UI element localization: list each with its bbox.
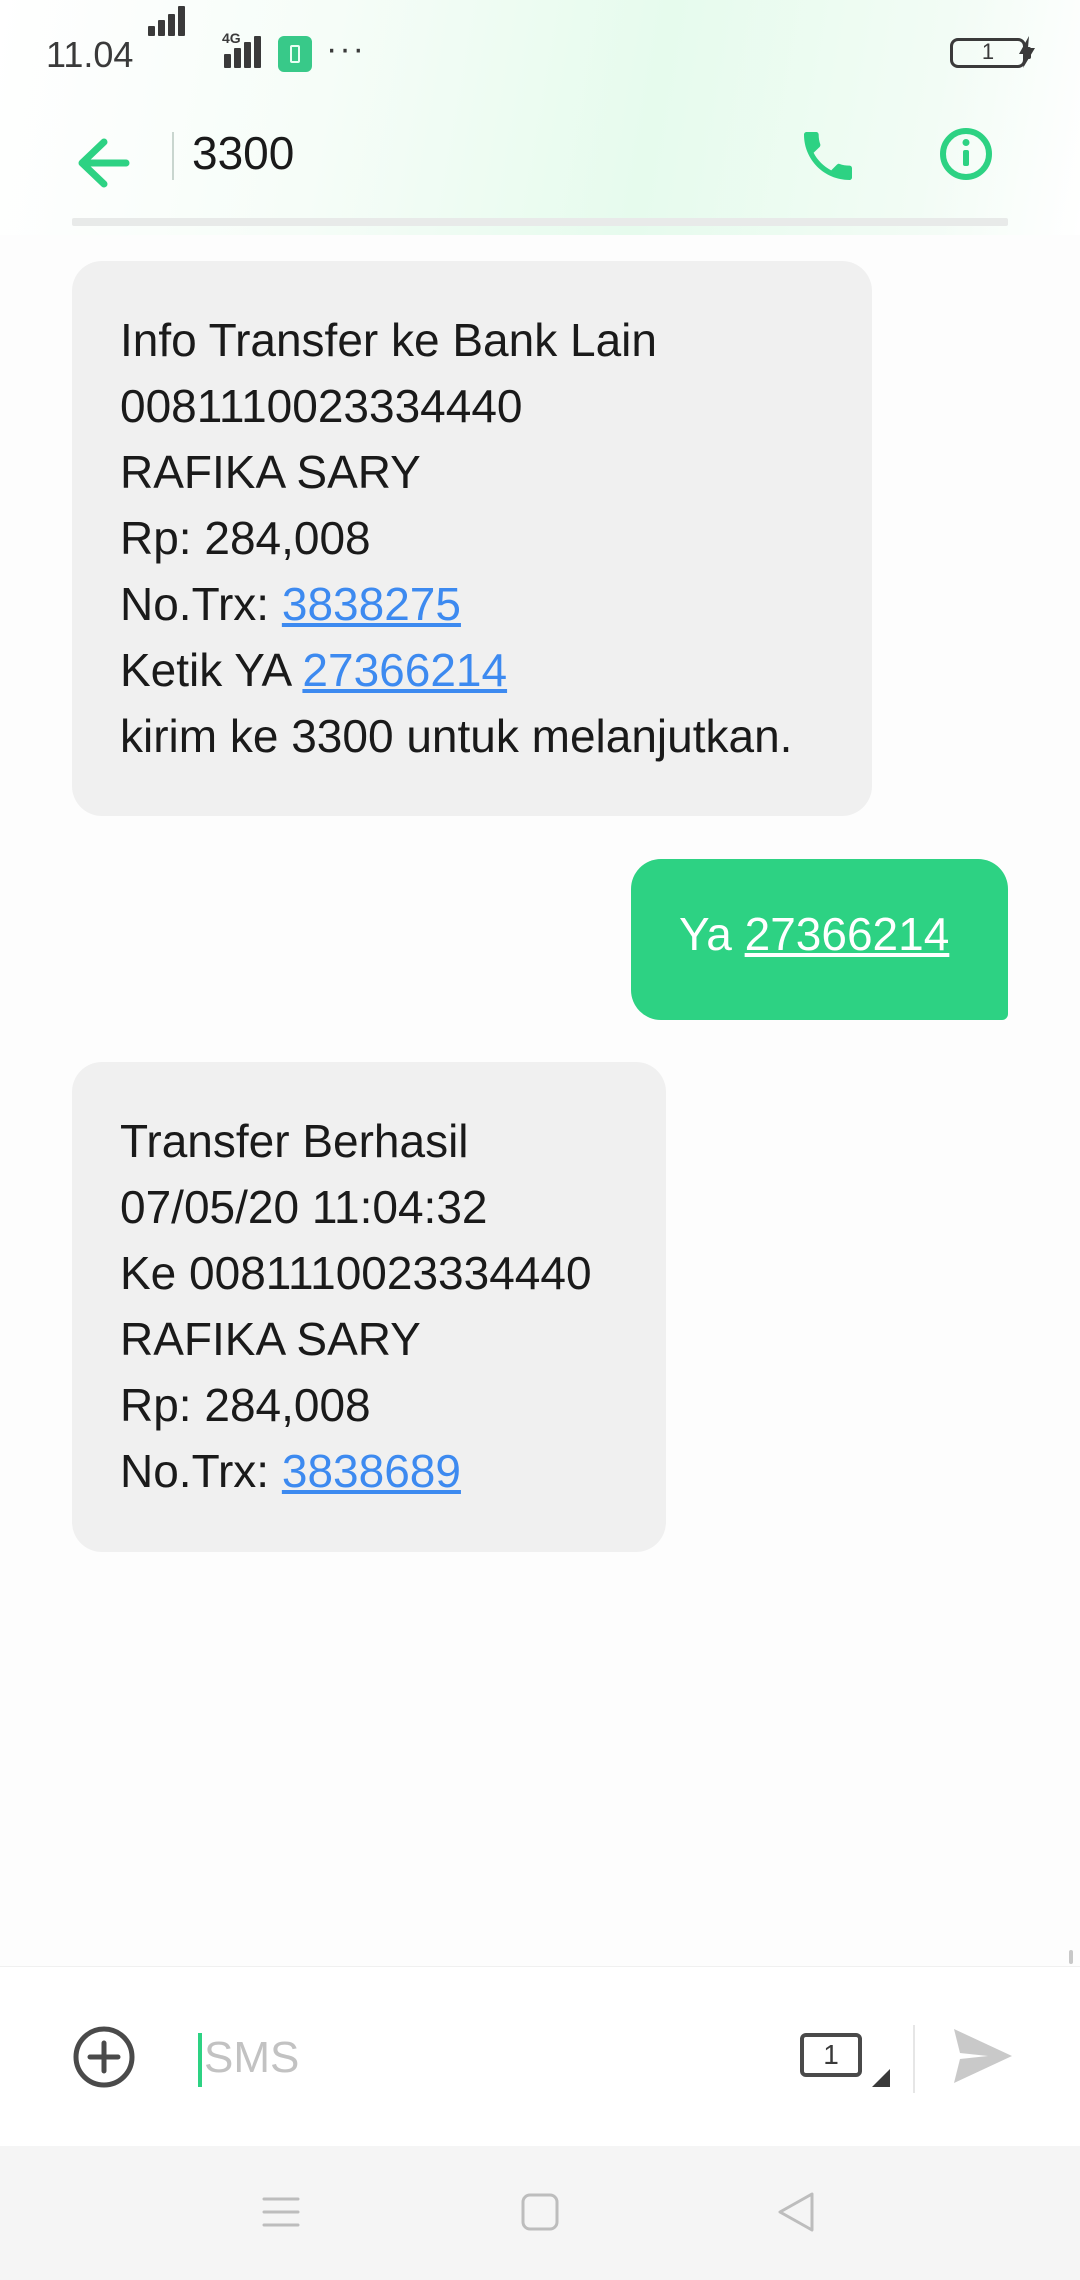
- confirmation-code-link[interactable]: 27366214: [302, 644, 507, 696]
- sim-selector[interactable]: 1: [800, 2027, 896, 2097]
- battery-icon: 1: [950, 38, 1026, 68]
- charging-bolt-icon: [1019, 36, 1035, 68]
- sim-app-icon: [278, 36, 312, 72]
- message-line: Transfer Berhasil: [120, 1115, 469, 1167]
- message-line: Ya 27366214: [679, 901, 960, 967]
- message-line: 0081110023334440: [120, 380, 523, 432]
- message-text: No.Trx:: [120, 1445, 282, 1497]
- message-text: Ya: [679, 908, 745, 960]
- message-line: Info Transfer ke Bank Lain: [120, 314, 657, 366]
- home-button[interactable]: [520, 2192, 560, 2232]
- battery-level: 1: [981, 39, 995, 64]
- message-line: RAFIKA SARY: [120, 446, 421, 498]
- message-text: No.Trx:: [120, 578, 282, 630]
- message-bubble-outgoing[interactable]: Ya 27366214: [631, 859, 1008, 1020]
- message-line: Ke 0081110023334440: [120, 1247, 592, 1299]
- message-line: No.Trx: 3838275: [120, 571, 824, 637]
- plus-circle-icon: [73, 2026, 135, 2088]
- app-bar: 3300: [0, 110, 1080, 220]
- add-attachment-button[interactable]: [70, 2023, 138, 2091]
- composer-divider: [913, 2025, 915, 2093]
- more-notifications-indicator: ···: [326, 30, 366, 68]
- send-icon: [954, 2029, 1012, 2083]
- message-line: No.Trx: 3838689: [120, 1438, 618, 1504]
- sim-slot-number: 1: [823, 2039, 839, 2070]
- arrow-left-icon: [78, 138, 130, 188]
- system-back-button[interactable]: [776, 2190, 816, 2234]
- message-line: Rp: 284,008: [120, 1379, 371, 1431]
- trx-number-link[interactable]: 3838275: [282, 578, 461, 630]
- recent-apps-button[interactable]: [262, 2196, 300, 2228]
- send-button[interactable]: [948, 2021, 1018, 2091]
- back-triangle-icon: [778, 2192, 814, 2232]
- back-button[interactable]: [72, 128, 142, 198]
- sms-conversation-screen: 11.04 4G ··· 1 3300 Info Transfer ke Ban…: [0, 0, 1080, 2280]
- appbar-divider: [172, 132, 174, 180]
- call-button[interactable]: [796, 124, 860, 188]
- message-bubble-incoming[interactable]: Transfer Berhasil 07/05/20 11:04:32 Ke 0…: [72, 1062, 666, 1552]
- info-button[interactable]: [934, 122, 998, 186]
- dropdown-corner-icon: [872, 2069, 890, 2087]
- home-square-icon: [521, 2193, 559, 2231]
- message-text: Ketik YA: [120, 644, 303, 696]
- message-line: Ketik YA 27366214: [120, 637, 824, 703]
- message-composer: 1: [0, 1966, 1080, 2147]
- menu-icon: [262, 2197, 300, 2227]
- trx-number-link[interactable]: 3838689: [282, 1445, 461, 1497]
- signal-4g-icon: 4G: [212, 30, 262, 68]
- confirmation-code-link[interactable]: 27366214: [745, 908, 950, 960]
- message-line: 07/05/20 11:04:32: [120, 1181, 488, 1233]
- header-divider: [72, 218, 1008, 226]
- info-circle-icon: [940, 128, 992, 180]
- message-line: RAFIKA SARY: [120, 1313, 421, 1365]
- message-line: kirim ke 3300 untuk melanjutkan.: [120, 710, 793, 762]
- message-bubble-incoming[interactable]: Info Transfer ke Bank Lain 0081110023334…: [72, 261, 872, 816]
- message-line: Rp: 284,008: [120, 512, 371, 564]
- status-time: 11.04: [46, 34, 134, 75]
- sim-card-icon: 1: [800, 2033, 862, 2077]
- status-bar: 11.04 4G ··· 1: [0, 0, 1080, 110]
- scrollbar-indicator[interactable]: [1069, 1950, 1073, 1964]
- system-navigation-bar: [0, 2146, 1080, 2280]
- phone-icon: [804, 132, 852, 180]
- text-cursor: [198, 2033, 202, 2087]
- contact-title: 3300: [192, 127, 295, 179]
- sms-input[interactable]: [204, 2025, 764, 2091]
